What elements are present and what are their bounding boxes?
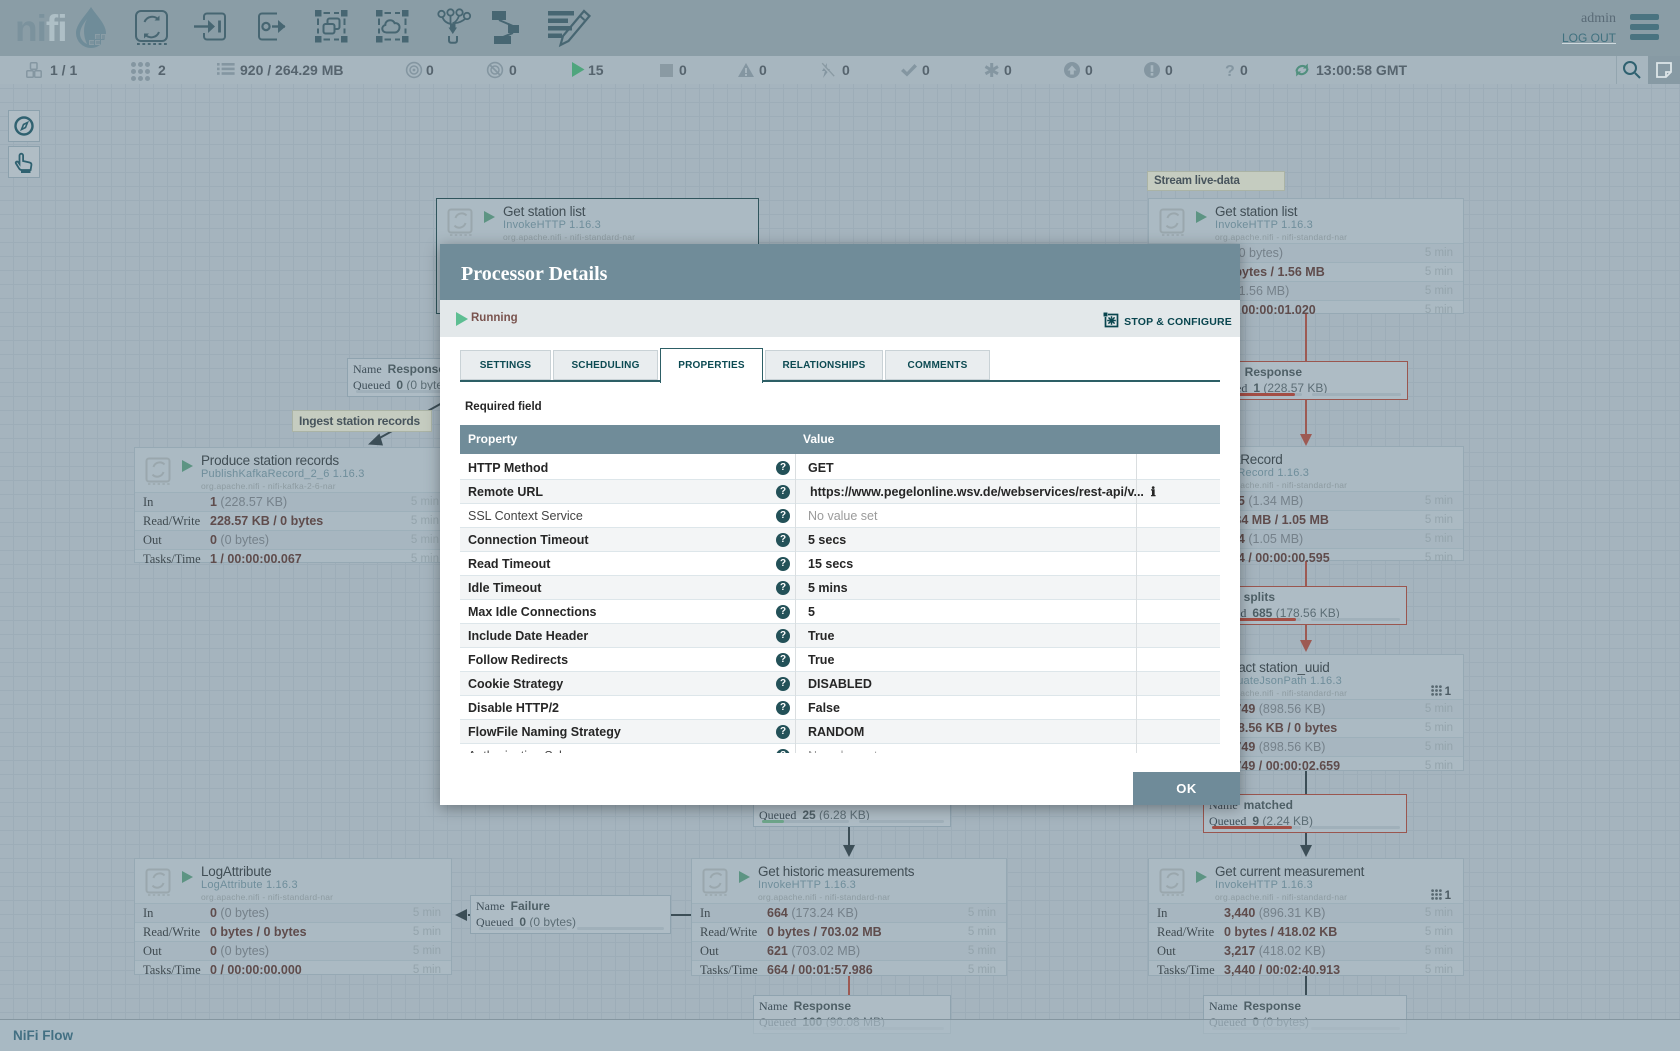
svg-text:?: ?	[1225, 63, 1235, 80]
